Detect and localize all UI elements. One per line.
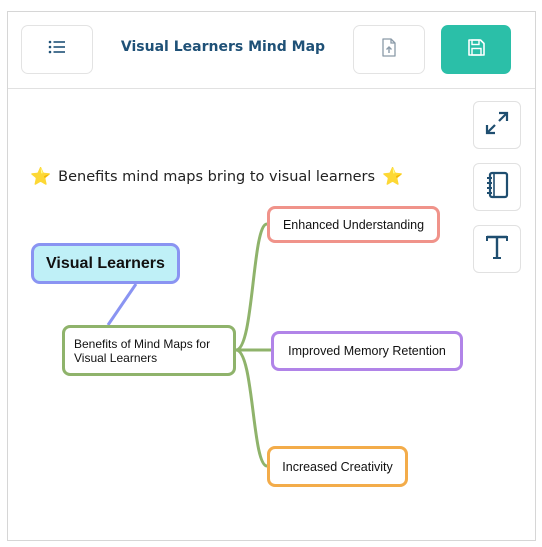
central-node-line-1: Benefits of Mind Maps for [74, 336, 211, 351]
heading-text: Benefits mind maps bring to visual learn… [58, 169, 376, 185]
root-connector [106, 283, 138, 326]
star-icon: ⭐ [382, 167, 404, 187]
branch-node-increased-creativity[interactable]: Increased Creativity [267, 446, 408, 487]
branch-node-enhanced-understanding[interactable]: Enhanced Understanding [267, 206, 440, 243]
central-node-line-2: Visual Learners [74, 350, 158, 365]
branch-node-label: Enhanced Understanding [282, 217, 425, 232]
map-heading: ⭐ Benefits mind maps bring to visual lea… [30, 167, 403, 187]
branch-node-improved-memory-retention[interactable]: Improved Memory Retention [271, 331, 463, 371]
central-node-label: Benefits of Mind Maps for Visual Learner… [74, 337, 210, 365]
root-node[interactable]: Visual Learners [31, 243, 180, 284]
star-icon: ⭐ [30, 167, 52, 187]
branch-node-label: Increased Creativity [282, 459, 393, 474]
branch-node-label: Improved Memory Retention [288, 344, 446, 358]
branch-connector-3 [235, 348, 268, 468]
branch-connector-1 [235, 222, 268, 352]
central-node[interactable]: Benefits of Mind Maps for Visual Learner… [62, 325, 236, 376]
app-frame: Visual Learners Mind Map ⭐ Benefits mind… [7, 11, 536, 541]
root-node-label: Visual Learners [46, 254, 165, 272]
